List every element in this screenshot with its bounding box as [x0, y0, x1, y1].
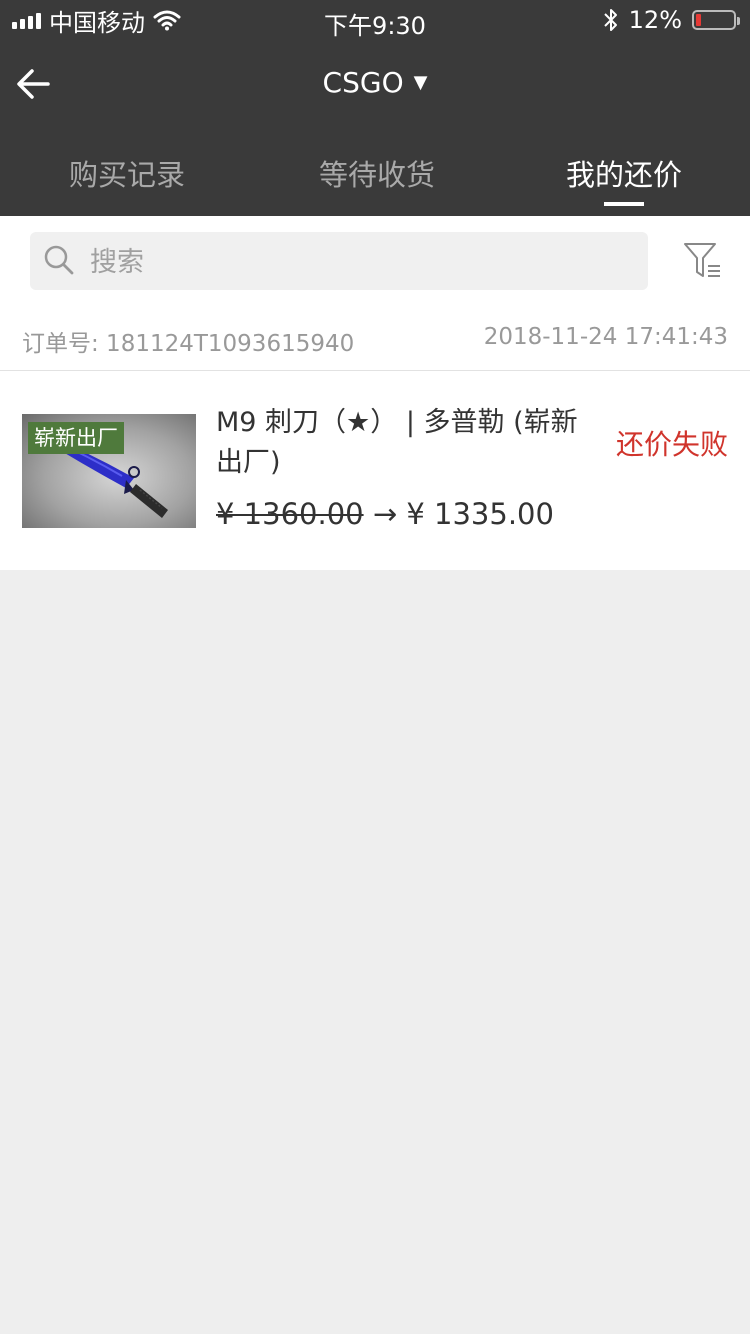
offer-status: 还价失败	[615, 428, 728, 461]
game-selector[interactable]: CSGO ▼	[0, 66, 750, 99]
search-area	[0, 216, 750, 306]
nav-title: CSGO	[322, 66, 404, 99]
price-arrow: →	[372, 497, 398, 531]
order-header: 订单号: 181124T1093615940 2018-11-24 17:41:…	[0, 306, 750, 371]
app-header: 中国移动 下午9:30 12% CSGO ▼ 购买记录 等待收货 我的还价	[0, 0, 750, 216]
order-time: 2018-11-24 17:41:43	[483, 324, 728, 350]
order-item[interactable]: 崭新出厂 M9 刺刀（★） | 多普勒 (崭新出厂) ¥ 1360.00 → ¥…	[0, 371, 750, 570]
item-name: M9 刺刀（★） | 多普勒 (崭新出厂)	[216, 407, 578, 478]
order-card[interactable]: 订单号: 181124T1093615940 2018-11-24 17:41:…	[0, 306, 750, 570]
search-icon	[44, 245, 74, 275]
search-box[interactable]	[30, 232, 648, 292]
caret-down-icon: ▼	[413, 72, 428, 93]
battery-percent: 12%	[628, 6, 682, 34]
tab-awaiting-delivery[interactable]: 等待收货	[319, 152, 435, 194]
search-input[interactable]	[88, 232, 632, 292]
status-bar: 中国移动 下午9:30 12%	[0, 0, 750, 40]
offer-price: ¥ 1335.00	[406, 497, 554, 531]
tab-my-offers[interactable]: 我的还价	[566, 152, 682, 194]
filter-icon[interactable]	[682, 240, 724, 282]
order-number: 订单号: 181124T1093615940	[22, 331, 355, 357]
original-price: ¥ 1360.00	[216, 497, 364, 531]
tab-purchase-records[interactable]: 购买记录	[69, 152, 185, 194]
battery-icon	[692, 10, 740, 30]
item-thumbnail: 崭新出厂	[22, 414, 196, 528]
active-tab-indicator	[604, 202, 644, 206]
condition-badge: 崭新出厂	[28, 422, 124, 454]
nav-bar: CSGO ▼	[0, 48, 750, 120]
bluetooth-icon	[603, 9, 617, 31]
tab-bar: 购买记录 等待收货 我的还价	[0, 140, 750, 216]
price-row: ¥ 1360.00 → ¥ 1335.00	[216, 497, 554, 531]
